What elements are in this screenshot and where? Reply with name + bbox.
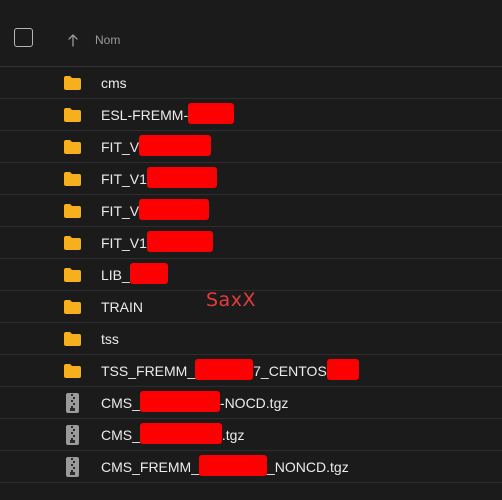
file-name: FIT_V1 [101, 167, 217, 189]
archive-file-icon [66, 393, 79, 413]
folder-icon [64, 268, 81, 282]
file-name-part: FIT_V1 [101, 171, 147, 187]
file-name-part: FIT_V [101, 139, 140, 155]
folder-row[interactable]: ESL-FREMM- [0, 99, 502, 131]
folder-row[interactable]: FIT_V1 [0, 163, 502, 195]
folder-row[interactable]: LIB_ [0, 259, 502, 291]
folder-row[interactable]: FIT_V [0, 131, 502, 163]
redaction-box [146, 167, 217, 189]
folder-icon [64, 172, 81, 186]
folder-row[interactable]: tss [0, 323, 502, 355]
file-name-part: CMS_ [101, 427, 140, 443]
folder-icon [64, 332, 81, 346]
redaction-box [199, 455, 268, 477]
file-name: tss [101, 331, 119, 347]
redaction-box [139, 391, 220, 413]
folder-icon [64, 364, 81, 378]
file-name: FIT_V [101, 199, 210, 221]
file-name-part: -NOCD.tgz [219, 395, 289, 411]
arrow-up-icon[interactable] [67, 33, 79, 47]
redaction-box [146, 231, 213, 253]
folder-icon [64, 76, 81, 90]
file-name: CMS_FREMM_ _NONCD.tgz [101, 455, 349, 477]
file-name: TSS_FREMM_ 7_CENTOS [101, 359, 359, 381]
name-column-header[interactable]: Nom [95, 33, 120, 47]
file-name-part: LIB_ [101, 267, 130, 283]
folder-row[interactable]: cms [0, 67, 502, 99]
archive-file-icon [66, 425, 79, 445]
file-row[interactable]: CMS_FREMM_ _NONCD.tgz [0, 451, 502, 483]
file-name-part: _NONCD.tgz [267, 459, 349, 475]
column-header: Nom [0, 0, 502, 67]
file-name-part: FIT_V [101, 203, 140, 219]
file-list: cms ESL-FREMM- FIT_V FIT_V1 FIT_V FIT_V1 LIB_ T… [0, 67, 502, 483]
redaction-box [129, 263, 168, 285]
file-name-part: .tgz [221, 427, 245, 443]
file-name-part: TSS_FREMM_ [101, 363, 196, 379]
redaction-box [188, 103, 235, 125]
folder-row[interactable]: TSS_FREMM_ 7_CENTOS [0, 355, 502, 387]
folder-icon [64, 204, 81, 218]
file-name: LIB_ [101, 263, 168, 285]
file-name: CMS_ -NOCD.tgz [101, 391, 289, 413]
folder-icon [64, 140, 81, 154]
redaction-box [139, 135, 212, 157]
folder-icon [64, 300, 81, 314]
file-name-part: cms [101, 75, 127, 91]
file-name: CMS_ .tgz [101, 423, 245, 445]
select-all-checkbox[interactable] [14, 28, 33, 47]
archive-file-icon [66, 457, 79, 477]
watermark: SaxX [206, 289, 256, 311]
file-name-part: 7_CENTOS [253, 363, 327, 379]
file-name: ESL-FREMM- [101, 103, 235, 125]
file-name: cms [101, 75, 127, 91]
file-name: TRAIN [101, 299, 143, 315]
redaction-box [195, 359, 254, 381]
file-name-part: CMS_FREMM_ [101, 459, 200, 475]
folder-row[interactable]: FIT_V [0, 195, 502, 227]
file-name: FIT_V [101, 135, 212, 157]
redaction-box [139, 423, 222, 445]
file-name-part: CMS_ [101, 395, 140, 411]
file-name-part: tss [101, 331, 119, 347]
file-name-part: FIT_V1 [101, 235, 147, 251]
folder-row[interactable]: FIT_V1 [0, 227, 502, 259]
file-name-part: ESL-FREMM- [101, 107, 189, 123]
folder-icon [64, 108, 81, 122]
file-row[interactable]: CMS_ -NOCD.tgz [0, 387, 502, 419]
file-name-part: TRAIN [101, 299, 143, 315]
folder-icon [64, 236, 81, 250]
file-row[interactable]: CMS_ .tgz [0, 419, 502, 451]
file-name: FIT_V1 [101, 231, 213, 253]
redaction-box [139, 199, 210, 221]
redaction-box [326, 359, 359, 381]
